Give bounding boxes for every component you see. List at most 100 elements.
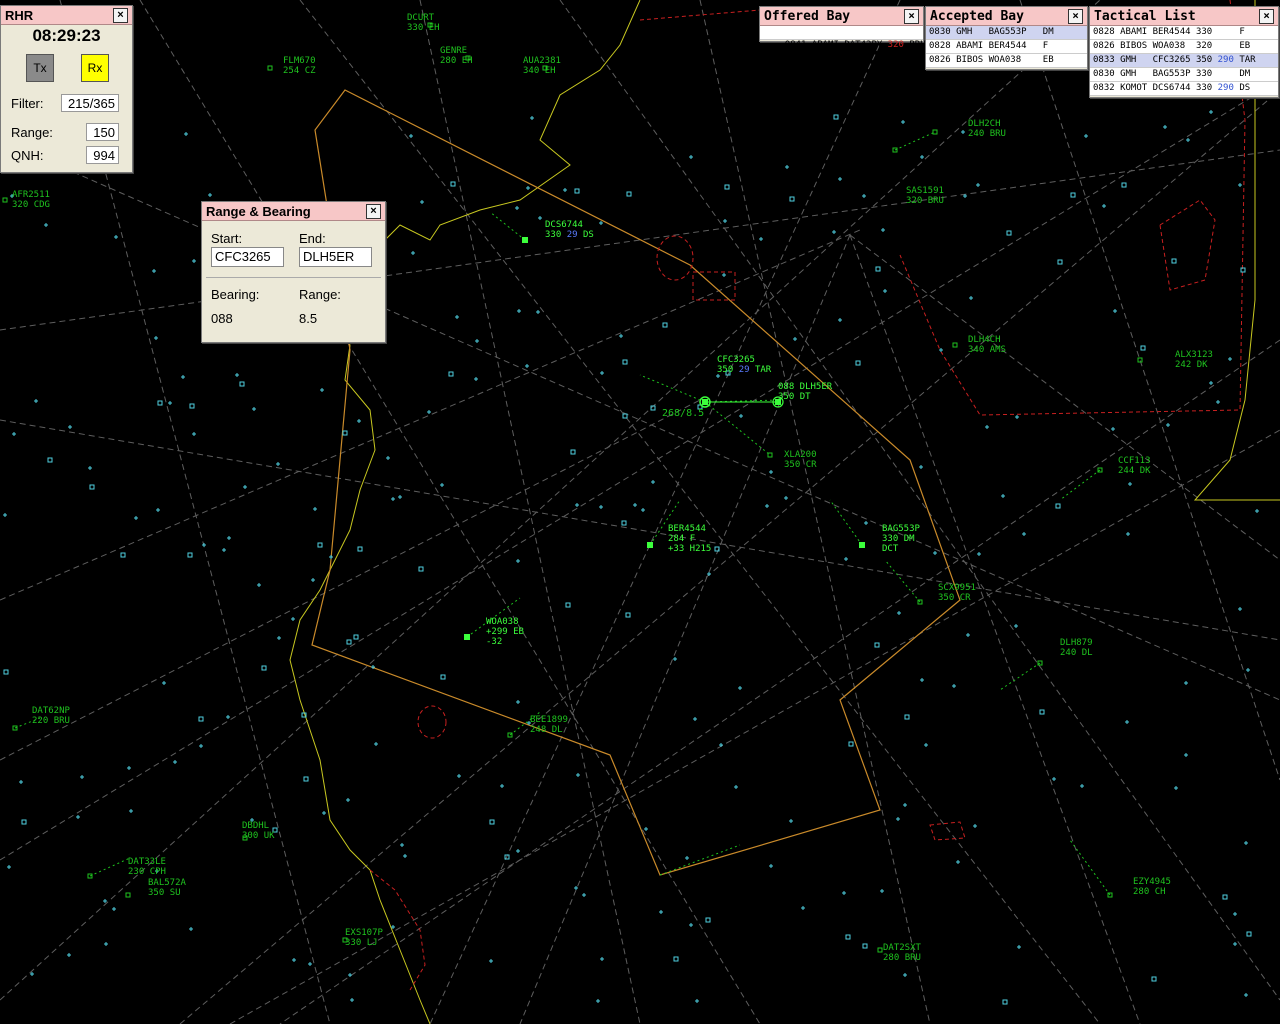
track-cfc3265[interactable]: CFC3265350 29 TAR bbox=[702, 355, 772, 405]
end-label: End: bbox=[299, 231, 326, 246]
track-bee1899[interactable]: BEE1899248 DL bbox=[507, 715, 568, 738]
track-bag553p[interactable]: BAG553P330 DMDCT bbox=[859, 524, 921, 554]
track-symbol bbox=[859, 542, 865, 548]
tactical-list-panel: Tactical List × 0828 ABAMI BER4544 330 F… bbox=[1089, 6, 1279, 98]
track-dlh5er[interactable]: 088 DLH5ER350 DT bbox=[775, 382, 833, 405]
track-level: 340 AMS bbox=[968, 345, 1006, 355]
offered-time: 0841 bbox=[784, 40, 807, 50]
rhr-titlebar[interactable]: RHR × bbox=[1, 6, 132, 25]
track-level: 330 EH bbox=[407, 23, 440, 33]
track-level: 350 29 TAR bbox=[717, 365, 772, 375]
tactical-list-close-button[interactable]: × bbox=[1259, 8, 1274, 24]
accepted-row[interactable]: 0828 ABAMI BER4544 F bbox=[926, 40, 1087, 54]
tx-button[interactable]: Tx bbox=[26, 54, 54, 82]
track-callsign: BEE1899 bbox=[530, 715, 568, 725]
track-callsign: DCS6744 bbox=[545, 220, 583, 230]
track-alx3123[interactable]: ALX3123242 DK bbox=[1137, 350, 1213, 370]
track-callsign: EZY4945 bbox=[1133, 877, 1171, 887]
track-level: 320 BRU bbox=[906, 196, 944, 206]
track-level: 220 BRU bbox=[32, 716, 70, 726]
track-dat62np[interactable]: DAT62NP220 BRU bbox=[12, 706, 71, 731]
track-ezy4945[interactable]: EZY4945280 CH bbox=[1107, 877, 1171, 898]
range-result-label: Range: bbox=[299, 287, 341, 302]
track-exs107p[interactable]: EXS107P330 LJ bbox=[342, 928, 384, 948]
track-callsign: DLH4CH bbox=[968, 335, 1001, 345]
track-level: 284 F bbox=[668, 534, 695, 544]
track-aua2381[interactable]: AUA2381340 EH bbox=[523, 56, 561, 76]
filter-field[interactable]: 215/365 bbox=[61, 94, 119, 112]
range-bearing-close-button[interactable]: × bbox=[366, 203, 381, 219]
track-callsign: ALX3123 bbox=[1175, 350, 1213, 360]
track-symbol bbox=[702, 399, 708, 405]
range-value: 8.5 bbox=[299, 311, 318, 326]
track-level: 254 CZ bbox=[283, 66, 316, 76]
track-history-trails bbox=[14, 131, 1111, 896]
track-level: 350 DT bbox=[778, 392, 811, 402]
offered-bay-close-button[interactable]: × bbox=[904, 8, 919, 24]
track-dcs6744[interactable]: DCS6744330 29 DS bbox=[522, 220, 594, 243]
track-callsign: WOA038 bbox=[486, 617, 519, 627]
offered-dest: BRU bbox=[909, 40, 926, 50]
radar-scope[interactable]: 268/8.5 DCS6744330 29 DSCFC3265350 29 TA… bbox=[0, 0, 1280, 1024]
track-dlh879[interactable]: DLH879240 DL bbox=[1037, 638, 1093, 666]
sector-boundary-orange bbox=[311, 89, 961, 876]
waypoints bbox=[3, 110, 1259, 1005]
track-level: 248 DL bbox=[530, 725, 563, 735]
sector-boundary-yellow bbox=[289, 0, 1280, 1024]
offered-bay-titlebar[interactable]: Offered Bay × bbox=[760, 7, 923, 26]
track-callsign: BAG553P bbox=[882, 524, 921, 534]
bearing-value: 088 bbox=[211, 311, 233, 326]
range-bearing-title: Range & Bearing bbox=[206, 203, 311, 219]
end-input[interactable]: DLH5ER bbox=[299, 247, 372, 267]
track-sas1591[interactable]: SAS1591320 BRU bbox=[892, 147, 944, 206]
offered-bay-title: Offered Bay bbox=[764, 8, 851, 24]
track-dlh2ch[interactable]: DLH2CH240 BRU bbox=[932, 119, 1006, 139]
rx-button[interactable]: Rx bbox=[81, 54, 109, 82]
track-dat2sxt[interactable]: DAT2SXT280 BRU bbox=[877, 943, 922, 963]
accepted-row[interactable]: 0826 BIBOS WOA038 EB bbox=[926, 54, 1087, 68]
track-callsign: DAT33LE bbox=[128, 857, 166, 867]
track-scx9951[interactable]: SCX9951350 CR bbox=[917, 583, 976, 605]
track-dlh4ch[interactable]: DLH4CH340 AMS bbox=[952, 335, 1006, 355]
tactical-list-titlebar[interactable]: Tactical List × bbox=[1090, 7, 1278, 26]
track-level: 280 CH bbox=[1133, 887, 1166, 897]
track-level: 340 EH bbox=[523, 66, 556, 76]
track-callsign: 088 DLH5ER bbox=[778, 382, 833, 392]
start-input[interactable]: CFC3265 bbox=[211, 247, 284, 267]
range-bearing-panel: Range & Bearing × Start: End: CFC3265 DL… bbox=[201, 201, 386, 343]
accepted-bay-titlebar[interactable]: Accepted Bay × bbox=[926, 7, 1087, 26]
range-bearing-line: 268/8.5 bbox=[662, 396, 784, 419]
offered-row[interactable]: 0841 ABAMI DAT42PY 320 BRU bbox=[760, 26, 926, 50]
range-field[interactable]: 150 bbox=[86, 123, 119, 141]
tactical-row[interactable]: 0826 BIBOS WOA038 320 EB bbox=[1090, 40, 1278, 54]
track-extra: DCT bbox=[882, 544, 899, 554]
accepted-bay-close-button[interactable]: × bbox=[1068, 8, 1083, 24]
track-symbol bbox=[2, 197, 8, 203]
offered-fix: ABAMI bbox=[811, 40, 839, 50]
track-flm670[interactable]: FLM670254 CZ bbox=[267, 56, 316, 76]
accepted-bay-panel: Accepted Bay × 0830 GMH BAG553P DM 0828 A… bbox=[925, 6, 1088, 70]
rhr-close-button[interactable]: × bbox=[113, 7, 128, 23]
track-callsign: DAT62NP bbox=[32, 706, 71, 716]
track-dat33le[interactable]: DAT33LE230 CPH bbox=[87, 857, 166, 879]
track-level: 280 BRU bbox=[883, 953, 921, 963]
track-afr2511[interactable]: AFR2511320 CDG bbox=[2, 190, 50, 210]
qnh-field[interactable]: 994 bbox=[86, 146, 119, 164]
track-xla200[interactable]: XLA200350 CR bbox=[767, 450, 817, 470]
track-woa038[interactable]: WOA038+299 EB-32 bbox=[464, 617, 524, 647]
tactical-row[interactable]: 0832 KOMOT DCS6744 330 290 DS bbox=[1090, 82, 1278, 96]
range-bearing-titlebar[interactable]: Range & Bearing × bbox=[202, 202, 385, 221]
track-dbdhl[interactable]: DBDHL300 UK bbox=[242, 821, 275, 841]
accepted-row[interactable]: 0830 GMH BAG553P DM bbox=[926, 26, 1087, 40]
restricted-areas bbox=[369, 0, 1246, 991]
rbl-readout: 268/8.5 bbox=[662, 408, 704, 419]
tactical-row[interactable]: 0833 GMH CFC3265 350 290 TAR bbox=[1090, 54, 1278, 68]
track-bal572a[interactable]: BAL572A350 SU bbox=[125, 878, 187, 898]
track-level: +299 EB bbox=[486, 627, 524, 637]
tactical-row[interactable]: 0830 GMH BAG553P 330 DM bbox=[1090, 68, 1278, 82]
tactical-row[interactable]: 0828 ABAMI BER4544 330 F bbox=[1090, 26, 1278, 40]
track-genre[interactable]: GENRE280 EH bbox=[440, 46, 473, 66]
track-dcurt[interactable]: DCURT330 EH bbox=[407, 13, 440, 33]
track-callsign: CFC3265 bbox=[717, 355, 755, 365]
track-callsign: SAS1591 bbox=[906, 186, 944, 196]
